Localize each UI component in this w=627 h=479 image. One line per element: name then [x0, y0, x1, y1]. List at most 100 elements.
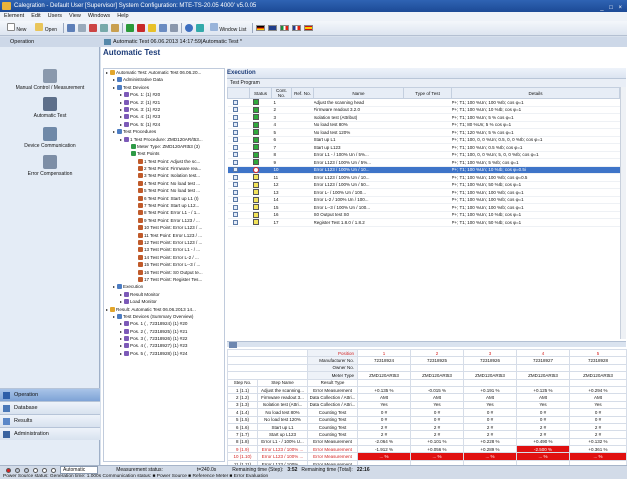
nav-error-compensation[interactable]: Error Compensation	[0, 155, 100, 177]
step-icon[interactable]	[24, 467, 29, 473]
tree-node[interactable]: 14 Test Point: Error L-2 / ...	[104, 254, 224, 261]
checkbox[interactable]	[232, 122, 238, 128]
tree-node[interactable]: ▸ Pos. 4 ( , 72318927) (1) #23	[104, 342, 224, 349]
tree-node[interactable]: Meter Type: ZMD120ARt53 (3)	[104, 143, 224, 150]
tree-node[interactable]: ▸ Result: Automatic Test 06.06.2013 14...	[104, 306, 224, 313]
help-icon[interactable]	[185, 24, 194, 32]
tree-node[interactable]: ▸ Pos. 2: (1) #21	[104, 99, 224, 106]
checkbox[interactable]	[232, 189, 238, 195]
col-name[interactable]: Name	[313, 87, 404, 99]
tree-node[interactable]: ▸ Pos. 2 ( , 72318925) (1) #21	[104, 328, 224, 335]
open-button[interactable]: Open	[32, 21, 60, 35]
mode-select[interactable]: Automatic	[60, 466, 99, 474]
checkbox[interactable]	[232, 129, 238, 135]
tree-node[interactable]: 13 Test Point: Error L1 - / ...	[104, 246, 224, 253]
checkbox[interactable]	[232, 182, 238, 188]
menu-view[interactable]: View	[69, 12, 81, 21]
col-cont-no[interactable]: Cont. No.	[271, 87, 292, 99]
tree-node[interactable]: 7 Test Point: Start up L12...	[104, 202, 224, 209]
result-row[interactable]: 5 (1.5) No load test 120% Counting Test 0 #…	[227, 415, 627, 424]
program-row[interactable]: 14 Error L-2 / 100% Un / 100... P+; T1; 10…	[227, 196, 620, 204]
tree-node[interactable]: ▸ Result Monitor	[104, 291, 224, 298]
window-list-button[interactable]: Window List	[207, 21, 249, 35]
tree-node[interactable]: 6 Test Point: Start up L1 (I)	[104, 195, 224, 202]
save-icon[interactable]	[67, 24, 76, 32]
tree-node[interactable]: 8 Test Point: Error L1 - / 1...	[104, 209, 224, 216]
flag-it-icon[interactable]	[280, 25, 290, 31]
checkbox[interactable]	[232, 144, 238, 150]
tree-node[interactable]: 2 Test Point: Firmware rea...	[104, 165, 224, 172]
menu-element[interactable]: Element	[4, 12, 24, 21]
copy-icon[interactable]	[100, 24, 109, 32]
tree-node[interactable]: ▸ 1 Test Procedure: ZMD120AR/t53...	[104, 136, 224, 143]
menu-edit[interactable]: Edit	[31, 12, 40, 21]
paste-icon[interactable]	[111, 24, 120, 32]
nav-database[interactable]: Database	[0, 401, 100, 414]
program-row[interactable]: 17 Register Test 1.8.0 / 1.8.2 P+; T1; 100…	[227, 218, 620, 227]
checkbox[interactable]	[232, 204, 238, 210]
result-row[interactable]: 2 (1.2) Firmware readout 3... Data Collect…	[227, 393, 627, 402]
tree-node[interactable]: 12 Test Point: Error L123 / ...	[104, 239, 224, 246]
tree-node[interactable]: 11 Test Point: Error L123 / ...	[104, 232, 224, 239]
program-row[interactable]: 15 Error L--3 / 100% Un / 100... P+; T1; 1…	[227, 203, 620, 212]
checkbox[interactable]	[232, 219, 238, 225]
result-row[interactable]: 9 (1.9) Error L123 / 100% ... Error Measur…	[227, 445, 627, 454]
checkbox[interactable]	[232, 174, 238, 180]
checkbox[interactable]	[232, 212, 238, 218]
program-row[interactable]: 3 Isolation test (Attribut) P+; T1; 100 %U…	[227, 113, 620, 122]
program-row[interactable]: 5 No load test 120% P+; T1; 120 %Un; 5 % c…	[227, 128, 620, 137]
nav-administration[interactable]: Administration	[0, 427, 100, 440]
tree-node[interactable]: 3 Test Point: Isolation test...	[104, 172, 224, 179]
checkbox[interactable]	[232, 167, 238, 173]
flag-fr-icon[interactable]	[292, 25, 302, 31]
program-row[interactable]: 9 Error L123 / 100% Un / 5%... P+; T1; 100…	[227, 158, 620, 167]
nav-operation[interactable]: Operation	[0, 388, 100, 401]
tree-node[interactable]: 10 Test Point: Error L123 / ...	[104, 224, 224, 231]
checkbox[interactable]	[232, 107, 238, 113]
tree-node[interactable]: 9 Test Point: Error L123 / ...	[104, 217, 224, 224]
nav-results[interactable]: Results	[0, 414, 100, 427]
checkbox[interactable]	[232, 197, 238, 203]
menu-help[interactable]: Help	[117, 12, 128, 21]
print-icon[interactable]	[78, 24, 87, 32]
nav-device-communication[interactable]: Device Communication	[0, 127, 100, 149]
checkbox[interactable]	[232, 137, 238, 143]
program-scrollbar[interactable]	[620, 87, 626, 339]
tree-node[interactable]: ▸ Test Devices (Summary Overview)	[104, 313, 224, 320]
result-row[interactable]: 1 (1.1) Adjust the scanning... Error Measu…	[227, 385, 627, 395]
program-row[interactable]: 16 S0 Output test S0 P+; T1; 100 %Un; 10 %…	[227, 211, 620, 219]
tree-node[interactable]: ▸ Administrative Data	[104, 76, 224, 83]
tree-node[interactable]: 16 Test Point: S0 Output te...	[104, 269, 224, 276]
tree-node[interactable]: ▸ Pos. 1 ( , 72318924) (1) #20	[104, 320, 224, 327]
tree-node[interactable]: ▸ Pos. 5 ( , 72318928) (1) #24	[104, 350, 224, 357]
flag-es-icon[interactable]	[304, 25, 314, 31]
col-details[interactable]: Details	[451, 87, 620, 99]
col-check[interactable]	[227, 87, 250, 99]
settings-icon[interactable]	[170, 24, 179, 32]
program-row[interactable]: 4 No load test 80% P+; T1; 80 %Un; 5 % cos…	[227, 121, 620, 129]
warning-icon[interactable]	[148, 24, 157, 32]
result-row[interactable]: 3 (1.3) Isolation test (Attri... Data Coll…	[227, 400, 627, 410]
tree-node[interactable]: ▸ Automatic Test: Automatic Test 06.06.20…	[104, 69, 224, 76]
play-icon[interactable]	[33, 467, 38, 473]
tree-node[interactable]: ▸ Pos. 4: (1) #23	[104, 113, 224, 120]
undo-icon[interactable]	[159, 24, 168, 32]
checkbox[interactable]	[232, 159, 238, 165]
tree-node[interactable]: 17 Test Point: Register Tes...	[104, 276, 224, 283]
document-tab[interactable]: Automatic Test 06.06.2013 14:17:59|Autom…	[103, 37, 242, 47]
tree-node[interactable]: ▸ Execution	[104, 283, 224, 290]
program-row[interactable]: 10 Error L123 / 100% Un / 10... P+; T1; 10…	[227, 166, 620, 174]
step-icon[interactable]	[15, 467, 20, 473]
run-icon[interactable]	[126, 24, 135, 32]
pause-icon[interactable]	[42, 467, 47, 473]
tree-node[interactable]: ▸ Pos. 5: (1) #24	[104, 121, 224, 128]
new-button[interactable]: New	[4, 21, 29, 35]
program-row[interactable]: 1 Adjust the scanning head P+; T1; 100 %Un…	[227, 98, 620, 107]
stop-icon[interactable]	[137, 24, 146, 32]
program-row[interactable]: 7 Start up L123 P+; T1; 100 %Un; 0.5 %Ib; …	[227, 143, 620, 152]
flag-de-icon[interactable]	[256, 25, 266, 31]
result-row[interactable]: 8 (1.8) Error L1 - / 100% U... Error Measu…	[227, 437, 627, 447]
program-row[interactable]: 2 Firmware readout 3.2.0 P+; T1; 100 %Un; …	[227, 106, 620, 114]
program-row[interactable]: 11 Error L123 / 100% Un / 10... P+; T1; 10…	[227, 173, 620, 182]
checkbox[interactable]	[232, 99, 238, 105]
